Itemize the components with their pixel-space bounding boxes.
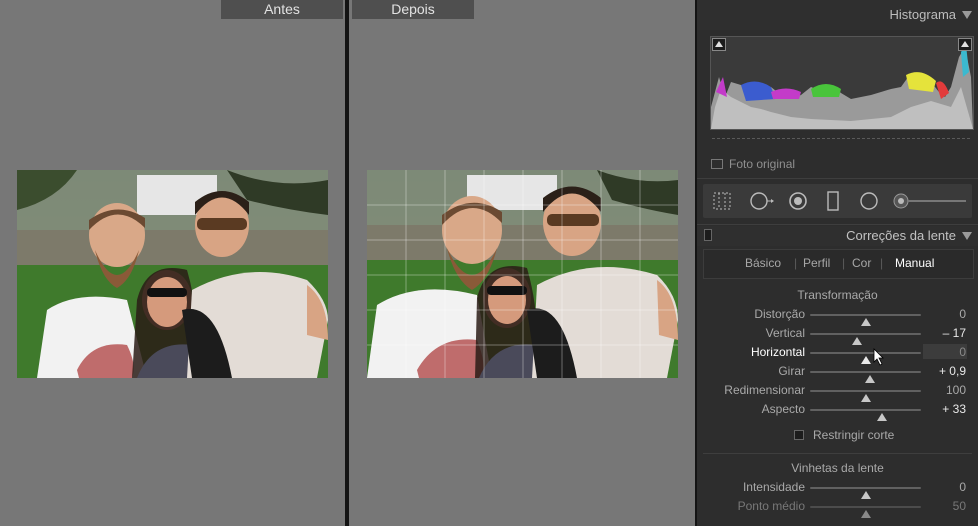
slider-label: Horizontal bbox=[750, 345, 805, 359]
slider-track[interactable] bbox=[810, 487, 921, 499]
slider-label: Ponto médio bbox=[737, 499, 805, 513]
slider-scale[interactable]: Redimensionar 100 bbox=[697, 381, 978, 402]
constrain-crop-label: Restringir corte bbox=[813, 428, 895, 442]
slider-thumb[interactable] bbox=[860, 510, 871, 518]
tab-separator: | bbox=[880, 256, 884, 270]
tab-basico[interactable]: Básico bbox=[745, 256, 781, 270]
transform-group-title: Transformação bbox=[797, 288, 878, 302]
slider-label: Girar bbox=[778, 364, 805, 378]
after-pane: Depois bbox=[349, 0, 695, 526]
slider-value[interactable]: 0 bbox=[916, 307, 966, 321]
after-photo bbox=[367, 170, 678, 378]
slider-track[interactable] bbox=[810, 409, 921, 421]
histogram-ticks bbox=[712, 138, 970, 140]
adjustment-brush-icon[interactable] bbox=[893, 191, 969, 211]
slider-track[interactable] bbox=[810, 506, 921, 518]
red-eye-icon[interactable] bbox=[788, 191, 808, 211]
constrain-crop-checkbox[interactable] bbox=[794, 430, 804, 440]
right-panel: Histograma Foto original Correções da le… bbox=[697, 0, 978, 526]
collapse-histogram-icon[interactable] bbox=[962, 11, 972, 19]
radial-filter-icon[interactable] bbox=[859, 191, 879, 211]
tab-perfil[interactable]: Perfil bbox=[803, 256, 830, 270]
collapse-lens-icon[interactable] bbox=[962, 232, 972, 240]
slider-vignette-amount[interactable]: Intensidade 0 bbox=[697, 478, 978, 499]
tab-manual[interactable]: Manual bbox=[895, 256, 934, 270]
separator bbox=[703, 453, 972, 454]
histogram-graph bbox=[710, 36, 974, 130]
show-original-checkbox[interactable] bbox=[711, 159, 723, 169]
slider-value[interactable]: – 17 bbox=[916, 326, 966, 340]
after-label: Depois bbox=[352, 0, 474, 19]
graduated-filter-icon[interactable] bbox=[823, 191, 843, 211]
show-original-label: Foto original bbox=[729, 157, 796, 171]
histogram-title: Histograma bbox=[889, 7, 956, 22]
slider-value[interactable]: + 33 bbox=[916, 402, 966, 416]
slider-label: Intensidade bbox=[742, 480, 805, 494]
slider-track[interactable] bbox=[810, 314, 921, 326]
histogram-header[interactable]: Histograma bbox=[697, 0, 978, 30]
highlight-clipping-toggle[interactable] bbox=[958, 38, 972, 51]
slider-track[interactable] bbox=[810, 390, 921, 402]
slider-label: Distorção bbox=[754, 307, 805, 321]
slider-value[interactable]: 100 bbox=[916, 383, 966, 397]
slider-aspect[interactable]: Aspecto + 33 bbox=[697, 400, 978, 421]
slider-vertical[interactable]: Vertical – 17 bbox=[697, 324, 978, 345]
slider-label: Vertical bbox=[765, 326, 805, 340]
before-label: Antes bbox=[221, 0, 343, 19]
crop-tool-icon[interactable] bbox=[712, 191, 732, 211]
lens-corrections-title: Correções da lente bbox=[846, 228, 956, 243]
slider-distortion[interactable]: Distorção 0 bbox=[697, 305, 978, 326]
tab-separator: | bbox=[794, 256, 798, 270]
vignette-group-title: Vinhetas da lente bbox=[791, 461, 884, 475]
slider-track[interactable] bbox=[810, 333, 921, 345]
slider-value[interactable]: 0 bbox=[916, 345, 966, 359]
slider-label: Aspecto bbox=[761, 402, 805, 416]
triangle-up-icon bbox=[961, 41, 969, 47]
shadow-clipping-toggle[interactable] bbox=[712, 38, 726, 51]
separator bbox=[697, 224, 978, 225]
tab-separator: | bbox=[842, 256, 846, 270]
slider-thumb[interactable] bbox=[877, 413, 888, 421]
lens-corrections-header[interactable]: Correções da lente bbox=[697, 226, 978, 246]
slider-track[interactable] bbox=[810, 352, 921, 364]
lens-tabs: Básico | Perfil | Cor | Manual bbox=[703, 249, 974, 279]
slider-label: Redimensionar bbox=[724, 383, 805, 397]
separator bbox=[697, 178, 978, 179]
slider-value[interactable]: + 0,9 bbox=[916, 364, 966, 378]
before-photo bbox=[17, 170, 328, 378]
slider-value[interactable]: 0 bbox=[916, 480, 966, 494]
triangle-up-icon bbox=[715, 41, 723, 47]
panel-switch-icon[interactable] bbox=[704, 229, 712, 241]
before-pane: Antes bbox=[0, 0, 345, 526]
slider-horizontal[interactable]: Horizontal 0 bbox=[697, 343, 978, 366]
slider-rotate[interactable]: Girar + 0,9 bbox=[697, 362, 978, 383]
slider-value[interactable]: 50 bbox=[916, 499, 966, 513]
spot-removal-icon[interactable] bbox=[749, 191, 775, 211]
tool-strip bbox=[703, 184, 972, 218]
slider-track[interactable] bbox=[810, 371, 921, 383]
transform-grid-overlay bbox=[367, 170, 678, 378]
tab-cor[interactable]: Cor bbox=[852, 256, 871, 270]
slider-vignette-midpoint[interactable]: Ponto médio 50 bbox=[697, 497, 978, 518]
